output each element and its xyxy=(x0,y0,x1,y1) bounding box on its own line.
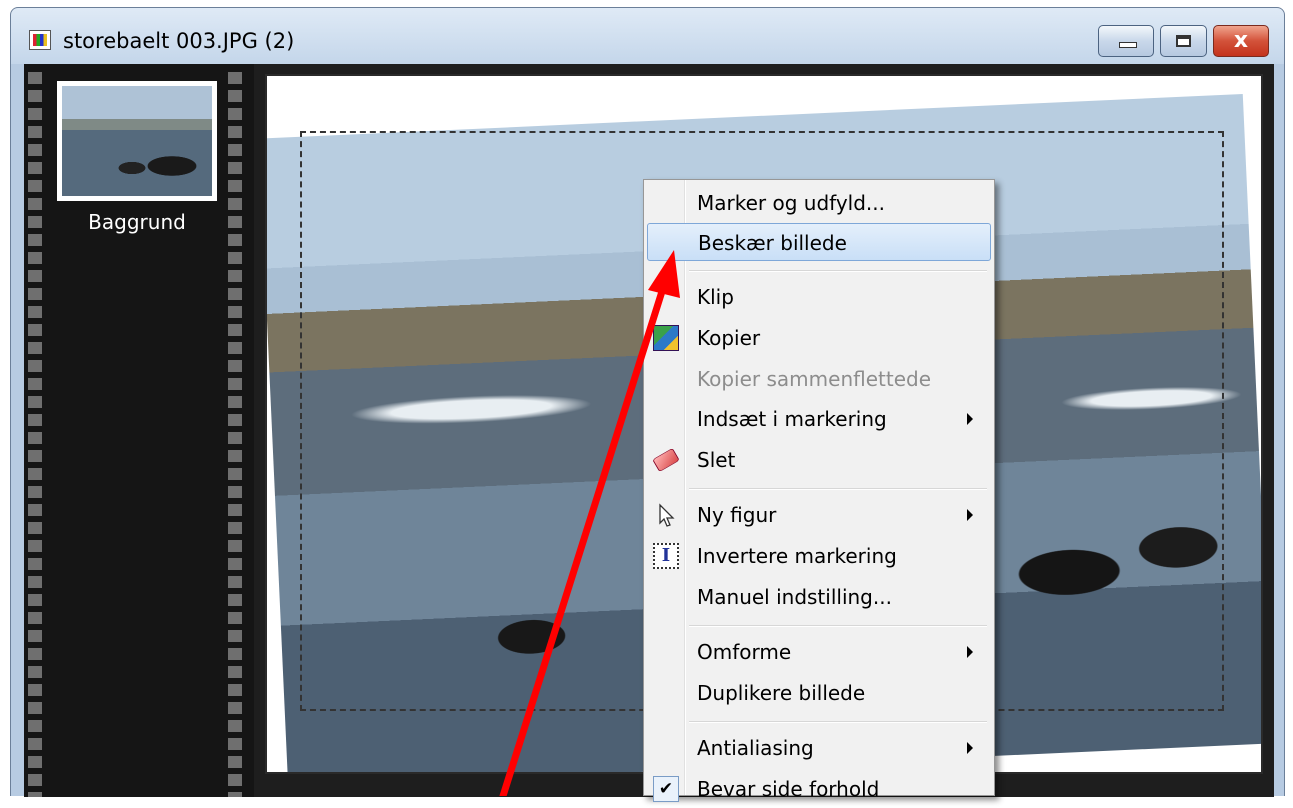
pointer-icon xyxy=(653,502,679,528)
minimize-icon xyxy=(1119,42,1137,48)
menu-item-label: Kopier sammenflettede xyxy=(697,367,932,391)
menu-item-invertere-markering[interactable]: I Invertere markering xyxy=(647,537,991,575)
context-menu: Marker og udfyld... Beskær billede Klip … xyxy=(643,179,995,802)
film-sprockets-right xyxy=(228,72,242,797)
menu-item-label: Klip xyxy=(697,285,734,309)
submenu-arrow-icon xyxy=(967,742,973,754)
film-sprockets-left xyxy=(28,72,42,797)
menu-item-label: Indsæt i markering xyxy=(697,407,887,431)
menu-item-duplikere-billede[interactable]: Duplikere billede xyxy=(647,674,991,712)
submenu-arrow-icon xyxy=(967,509,973,521)
menu-item-label: Duplikere billede xyxy=(697,681,866,705)
submenu-arrow-icon xyxy=(967,646,973,658)
submenu-arrow-icon xyxy=(967,413,973,425)
menu-item-ny-figur[interactable]: Ny figur xyxy=(647,496,991,534)
menu-item-marker-og-udfyld[interactable]: Marker og udfyld... xyxy=(647,184,991,222)
minimize-button[interactable] xyxy=(1098,25,1154,57)
menu-item-slet[interactable]: Slet xyxy=(647,441,991,479)
menu-item-label: Marker og udfyld... xyxy=(697,191,885,215)
menu-item-label: Invertere markering xyxy=(697,544,897,568)
menu-item-antialiasing[interactable]: Antialiasing xyxy=(647,729,991,767)
menu-item-label: Kopier xyxy=(697,326,761,350)
layer-filmstrip: Baggrund xyxy=(24,64,254,797)
close-icon: x xyxy=(1233,28,1249,53)
menu-item-label: Beskær billede xyxy=(698,231,847,255)
menu-item-label: Bevar side forhold xyxy=(697,777,880,801)
menu-separator xyxy=(689,488,987,490)
menu-item-bevar-side-forhold[interactable]: ✔ Bevar side forhold xyxy=(647,770,991,808)
menu-item-kopier[interactable]: Kopier xyxy=(647,319,991,357)
eraser-icon xyxy=(652,447,680,473)
menu-item-indsaet-i-markering[interactable]: Indsæt i markering xyxy=(647,400,991,438)
menu-item-manuel-indstilling[interactable]: Manuel indstilling... xyxy=(647,578,991,616)
checkmark-icon: ✔ xyxy=(653,776,679,802)
layer-name: Baggrund xyxy=(88,210,186,234)
layer-thumbnail-image xyxy=(62,86,212,196)
window-title: storebaelt 003.JPG (2) xyxy=(63,29,295,53)
menu-item-klip[interactable]: Klip xyxy=(647,278,991,316)
maximize-button[interactable] xyxy=(1160,25,1207,57)
menu-separator xyxy=(689,721,987,723)
menu-separator xyxy=(689,625,987,627)
menu-item-omforme[interactable]: Omforme xyxy=(647,633,991,671)
layer-thumbnail[interactable] xyxy=(57,81,217,201)
title-bar[interactable]: storebaelt 003.JPG (2) x xyxy=(11,8,1284,64)
invert-selection-icon: I xyxy=(653,543,679,569)
menu-item-kopier-sammenflettede: Kopier sammenflettede xyxy=(647,360,991,398)
menu-item-label: Manuel indstilling... xyxy=(697,585,892,609)
menu-separator xyxy=(689,270,987,272)
menu-item-beskaer-billede[interactable]: Beskær billede xyxy=(647,223,991,261)
image-document-icon xyxy=(29,30,51,50)
close-button[interactable]: x xyxy=(1213,25,1269,57)
maximize-icon xyxy=(1176,35,1191,47)
menu-item-label: Ny figur xyxy=(697,503,777,527)
menu-item-label: Omforme xyxy=(697,640,792,664)
copy-icon xyxy=(653,325,679,351)
menu-item-label: Antialiasing xyxy=(697,736,814,760)
menu-item-label: Slet xyxy=(697,448,736,472)
